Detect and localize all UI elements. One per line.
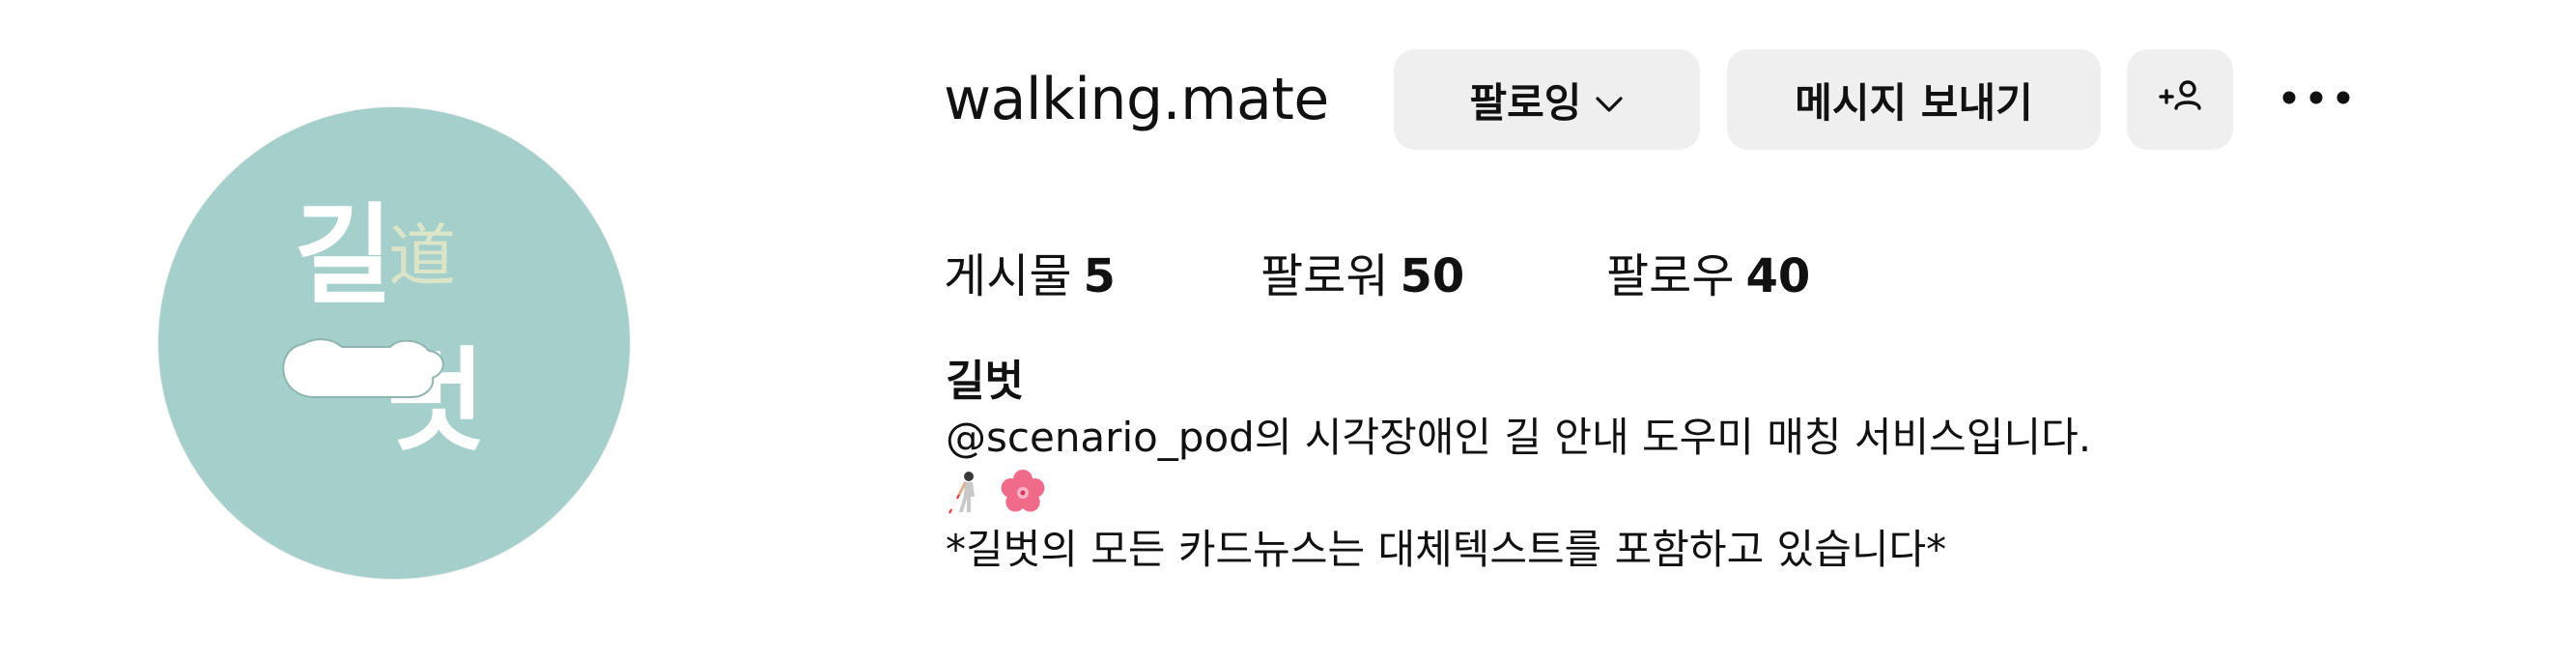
profile-bio: 길벗 @scenario_pod의 시각장애인 길 안내 도우미 매칭 서비스입… bbox=[946, 354, 2091, 578]
add-person-icon bbox=[2155, 75, 2205, 124]
stat-following[interactable]: 팔로우 40 bbox=[1606, 238, 1810, 305]
followers-count: 50 bbox=[1400, 249, 1465, 303]
svg-text:길: 길 bbox=[294, 193, 393, 319]
more-options-button[interactable] bbox=[2273, 68, 2360, 131]
bio-line-description: @scenario_pod의 시각장애인 길 안내 도우미 매칭 서비스입니다. bbox=[946, 414, 2092, 461]
chevron-down-icon bbox=[1595, 76, 1624, 124]
bio-emoji-row bbox=[946, 466, 2091, 522]
bio-line-alt-text-note: *길벗의 모든 카드뉴스는 대체텍스트를 포함하고 있습니다* bbox=[946, 526, 1947, 573]
stat-followers[interactable]: 팔로워 50 bbox=[1260, 238, 1464, 305]
posts-label: 게시물 bbox=[944, 249, 1072, 303]
suggested-accounts-button[interactable] bbox=[2127, 49, 2233, 150]
stat-posts: 게시물 5 bbox=[944, 238, 1116, 305]
posts-count: 5 bbox=[1083, 249, 1116, 303]
send-message-label: 메시지 보내기 bbox=[1795, 78, 2033, 127]
following-button[interactable]: 팔로잉 bbox=[1394, 49, 1700, 150]
profile-avatar[interactable]: 길 道 벗 bbox=[158, 107, 630, 579]
send-message-button[interactable]: 메시지 보내기 bbox=[1727, 49, 2101, 150]
gilbeot-logo: 길 道 벗 bbox=[282, 193, 486, 467]
username: walking.mate bbox=[944, 66, 1329, 133]
following-button-label: 팔로잉 bbox=[1469, 78, 1582, 127]
cherry-blossom-icon bbox=[1000, 469, 1046, 519]
following-label: 팔로우 bbox=[1606, 249, 1735, 303]
display-name: 길벗 bbox=[946, 357, 1024, 406]
person-with-white-cane-icon bbox=[946, 470, 988, 518]
following-count: 40 bbox=[1745, 249, 1811, 303]
followers-label: 팔로워 bbox=[1260, 249, 1389, 303]
svg-text:道: 道 bbox=[388, 216, 456, 296]
more-dots-icon bbox=[2281, 90, 2351, 109]
